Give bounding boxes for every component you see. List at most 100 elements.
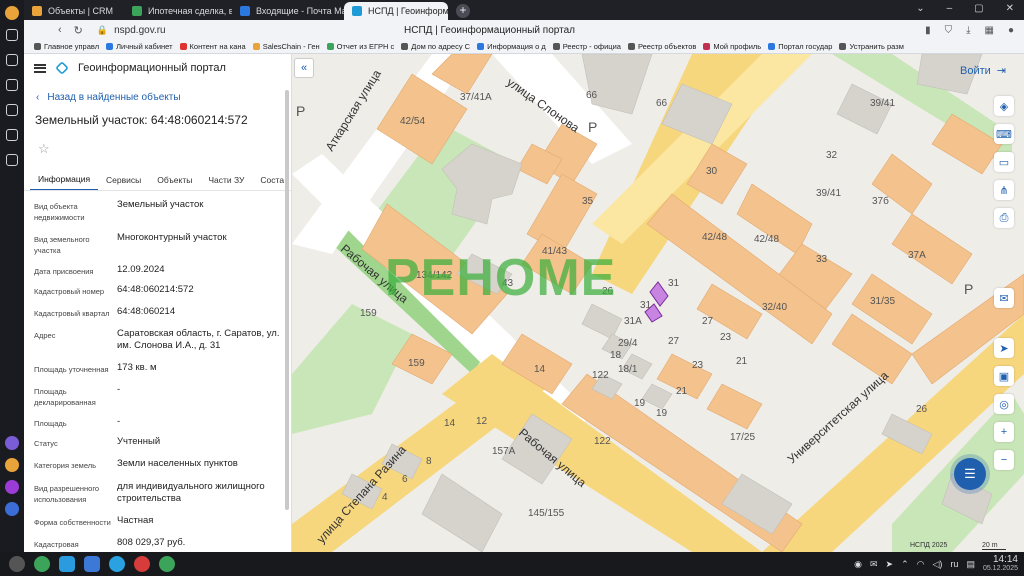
bookmarks-icon[interactable] xyxy=(6,54,18,66)
property-key: Кадастровая xyxy=(34,540,79,549)
app-icon[interactable] xyxy=(5,458,19,472)
files-icon[interactable] xyxy=(84,556,100,572)
tray-telegram-icon[interactable]: ➤ xyxy=(886,559,894,570)
favorite-star-icon[interactable]: ☆ xyxy=(38,141,291,157)
layers-icon[interactable]: ◈ xyxy=(994,96,1014,116)
volume-icon[interactable]: ◁) xyxy=(933,559,943,570)
map-credit: НСПД 2025 xyxy=(910,542,948,549)
whatsapp-icon[interactable] xyxy=(34,556,50,572)
building-label: 17/25 xyxy=(730,432,755,443)
property-value: Саратовская область, г. Саратов, ул. им.… xyxy=(117,328,280,351)
back-link[interactable]: ‹ Назад в найденные объекты xyxy=(36,92,291,103)
property-value: - xyxy=(117,416,121,427)
tab-nspd[interactable]: НСПД | Геоинформац✕ xyxy=(344,2,448,20)
property-row: Вид разрешенного использования для индиви… xyxy=(24,481,291,515)
panel-tab[interactable]: Сервисы xyxy=(98,169,149,190)
bookmark-item[interactable]: SalesChain - Ген xyxy=(252,42,320,51)
bookmark-item[interactable]: Реестр - официа xyxy=(552,42,621,51)
keyboard-lang[interactable]: ru xyxy=(950,559,958,569)
property-value: 173 кв. м xyxy=(117,362,157,373)
tab-crm[interactable]: Объекты | CRM xyxy=(24,2,124,20)
ruler-icon[interactable]: ▭ xyxy=(994,152,1014,172)
extensions-icon[interactable]: ▦ xyxy=(985,25,994,36)
collections-icon[interactable] xyxy=(6,129,18,141)
bookmark-item[interactable]: Реестр объектов xyxy=(627,42,697,51)
bookmark-label: Реестр объектов xyxy=(637,42,697,51)
tab-list-icon[interactable]: ⌄ xyxy=(916,3,924,14)
url-text[interactable]: nspd.gov.ru xyxy=(114,25,166,36)
tray-arrow-icon[interactable]: ⌃ xyxy=(901,559,909,570)
feedback-icon[interactable]: ✉ xyxy=(994,288,1014,308)
tab-mortgage[interactable]: Ипотечная сделка, вой xyxy=(124,2,232,20)
zoom-in-button[interactable]: + xyxy=(994,422,1014,442)
bookmark-item[interactable]: Информация о д xyxy=(477,42,546,51)
keyboard-icon[interactable]: ⌨ xyxy=(994,124,1014,144)
share-icon[interactable]: ⋔ xyxy=(994,180,1014,200)
menu-icon[interactable] xyxy=(34,63,46,73)
tab-mail[interactable]: Входящие - Почта Mail xyxy=(232,2,344,20)
print-icon[interactable]: ⎙ xyxy=(994,208,1014,228)
close-icon[interactable]: ✕ xyxy=(1006,3,1014,14)
login-arrow-icon: ⇥ xyxy=(996,65,1007,77)
notifications-icon[interactable]: ▤ xyxy=(966,559,975,570)
panel-tab[interactable]: Информация xyxy=(30,169,99,190)
bookmark-item[interactable]: Отчет из ЕГРН с xyxy=(326,42,394,51)
property-row: Площадь уточненная 173 кв. м xyxy=(24,362,291,384)
profile-icon[interactable]: ● xyxy=(1008,25,1014,36)
browser-taskbar-icon[interactable] xyxy=(134,556,150,572)
new-tab-button[interactable]: + xyxy=(456,4,470,18)
login-button[interactable]: Войти ⇥ xyxy=(960,64,1007,78)
building-label: 30 xyxy=(706,166,718,177)
wifi-icon[interactable]: ◠ xyxy=(917,559,925,570)
whatsapp-2-icon[interactable] xyxy=(159,556,175,572)
bookmark-item[interactable]: Контент на кана xyxy=(179,42,246,51)
building-label: 145/155 xyxy=(528,508,565,519)
shield-icon[interactable]: ⛉ xyxy=(945,25,953,36)
bookmark-item[interactable]: Портал государ xyxy=(768,42,832,51)
panel-tab[interactable]: Части ЗУ xyxy=(200,169,252,190)
measure-icon[interactable]: ◎ xyxy=(994,394,1014,414)
chat-button[interactable]: ☰ xyxy=(954,458,986,490)
back-arrow-icon[interactable]: ‹ xyxy=(58,24,62,36)
downloads-icon[interactable] xyxy=(6,104,18,116)
tray-mail-icon[interactable]: ✉ xyxy=(870,559,878,570)
messenger-icon[interactable] xyxy=(5,502,19,516)
collapse-panel-button[interactable]: « xyxy=(294,58,314,78)
minimap-icon[interactable]: ▣ xyxy=(994,366,1014,386)
minimize-icon[interactable]: – xyxy=(947,3,953,14)
bookmark-item[interactable]: Личный кабинет xyxy=(106,42,173,51)
bookmark-label: Портал государ xyxy=(778,42,833,51)
store-icon[interactable] xyxy=(59,556,75,572)
clock[interactable]: 14:14 05.12.2025 xyxy=(983,555,1018,573)
bookmark-label: Главное управл xyxy=(44,42,100,51)
property-key: Статус xyxy=(34,439,58,448)
tabs-icon[interactable] xyxy=(6,29,18,41)
panel-tab[interactable]: Объекты xyxy=(149,169,200,190)
assistant-icon[interactable] xyxy=(5,436,19,450)
property-value: Земельный участок xyxy=(117,199,204,210)
maximize-icon[interactable]: ▢ xyxy=(974,3,983,14)
bookmark-favicon-icon xyxy=(768,43,776,50)
locate-icon[interactable]: ➤ xyxy=(994,338,1014,358)
bookmark-label: Информация о д xyxy=(487,42,546,51)
building-label: 14 xyxy=(534,364,546,375)
telegram-icon[interactable] xyxy=(109,556,125,572)
zoom-out-button[interactable]: − xyxy=(994,450,1014,470)
panel-scrollbar[interactable] xyxy=(285,90,289,510)
bookmark-icon[interactable]: ▮ xyxy=(925,25,931,36)
history-icon[interactable] xyxy=(6,79,18,91)
browser-tabbar: Объекты | CRM Ипотечная сделка, вой Вход… xyxy=(24,0,1024,20)
bookmark-item[interactable]: Дом по адресу С xyxy=(401,42,470,51)
downloads-button-icon[interactable]: ⤓ xyxy=(966,25,970,36)
bookmark-label: Мой профиль xyxy=(713,42,762,51)
reload-icon[interactable]: ↻ xyxy=(74,24,83,37)
bookmark-item[interactable]: Устранить разм xyxy=(839,42,904,51)
start-icon[interactable] xyxy=(9,556,25,572)
alice-icon[interactable] xyxy=(5,480,19,494)
bookmark-item[interactable]: Мой профиль xyxy=(703,42,761,51)
tray-app-icon[interactable]: ◉ xyxy=(854,559,862,570)
yandex-icon[interactable] xyxy=(5,6,19,20)
settings-icon[interactable] xyxy=(6,154,18,166)
building-label: 42/48 xyxy=(702,232,727,243)
bookmark-item[interactable]: Главное управл xyxy=(34,42,99,51)
